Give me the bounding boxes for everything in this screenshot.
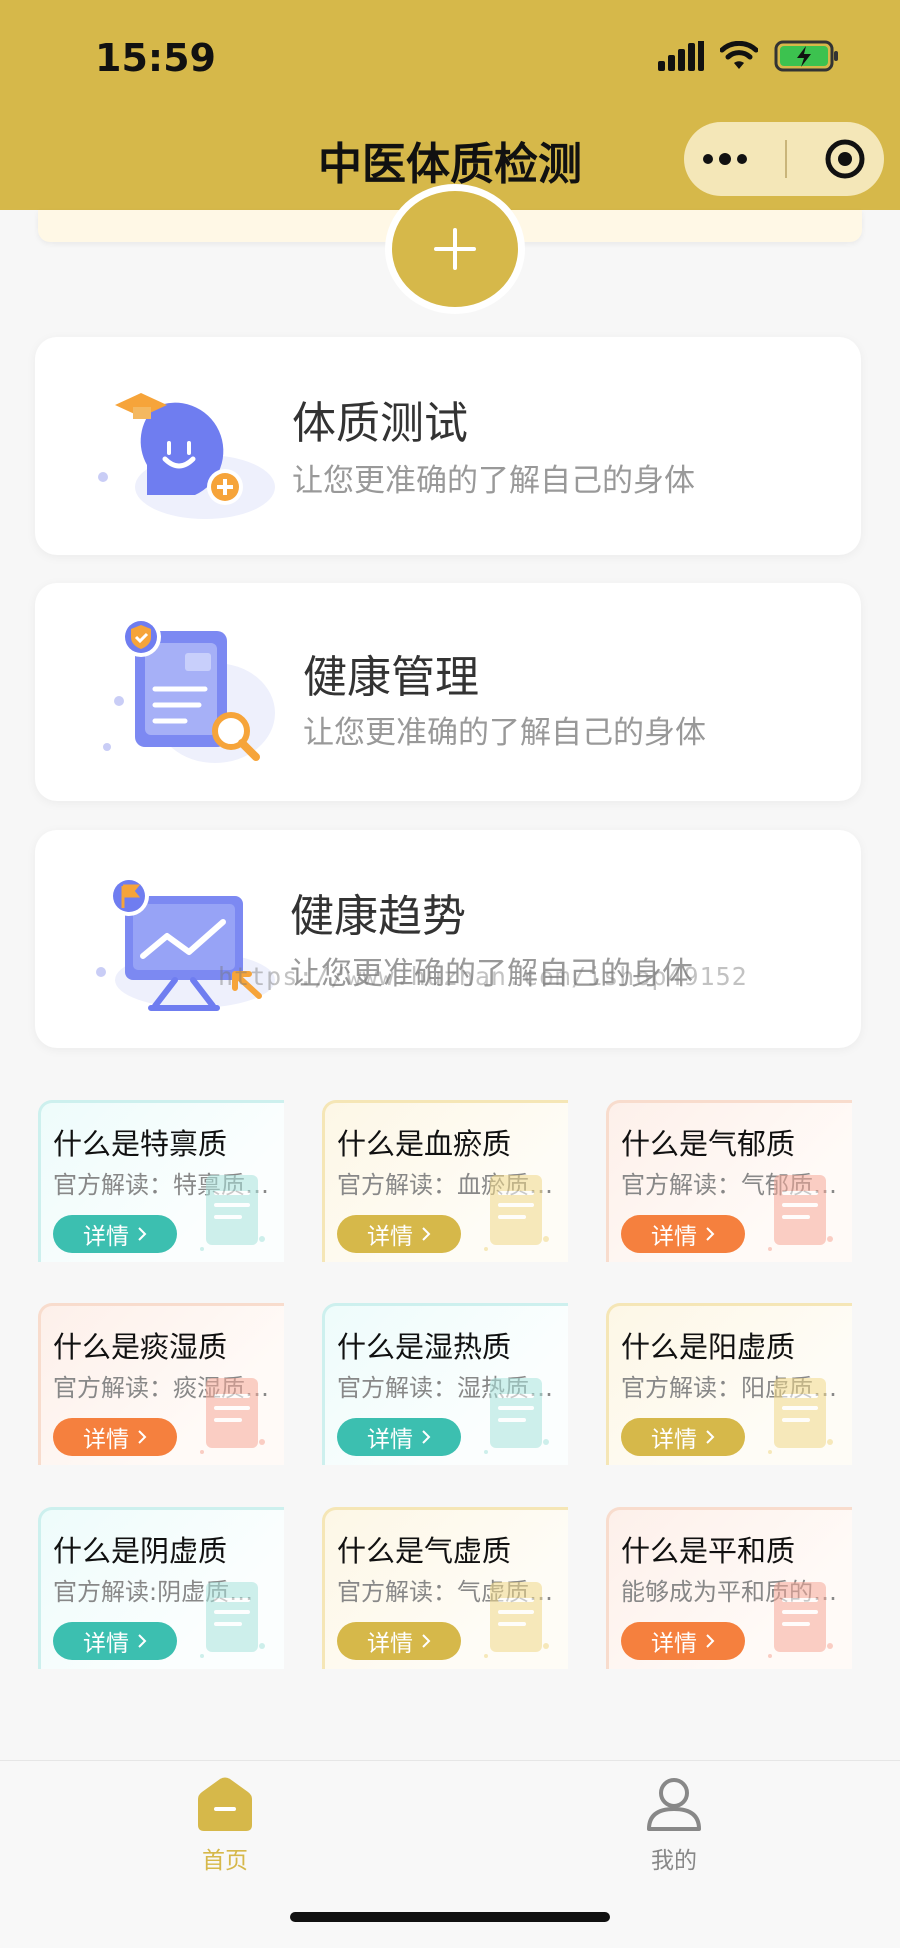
card-title: 健康趋势: [290, 891, 466, 942]
chevron-right-icon: [138, 1227, 147, 1241]
constitution-tile[interactable]: 什么是湿热质官方解读：湿热质是一种详情: [322, 1303, 568, 1465]
chevron-right-icon: [706, 1634, 715, 1648]
status-icons: [658, 40, 840, 72]
detail-button-label: 详情: [83, 1631, 129, 1657]
document-decoration-icon: [484, 1175, 549, 1251]
detail-button[interactable]: 详情: [53, 1622, 177, 1660]
detail-button[interactable]: 详情: [337, 1622, 461, 1660]
document-decoration-icon: [484, 1582, 549, 1658]
document-decoration-icon: [768, 1582, 833, 1658]
wifi-icon: [720, 41, 758, 69]
card-constitution-test[interactable]: 体质测试 让您更准确的了解自己的身体: [35, 337, 861, 555]
card-title: 健康管理: [303, 652, 479, 703]
detail-button-label: 详情: [83, 1224, 129, 1250]
tile-title: 什么是平和质: [621, 1534, 796, 1568]
detail-button-label: 详情: [367, 1631, 413, 1657]
tile-title: 什么是气虚质: [337, 1534, 512, 1568]
constitution-tile[interactable]: 什么是阴虚质官方解读:阴虚质是一种详情: [38, 1507, 284, 1669]
tile-title: 什么是湿热质: [337, 1330, 512, 1364]
chevron-right-icon: [138, 1634, 147, 1648]
top-bar: 15:59 中医体质检测: [0, 0, 900, 210]
constitution-test-illustration: [98, 393, 275, 519]
detail-button-label: 详情: [367, 1427, 413, 1453]
chevron-right-icon: [422, 1430, 431, 1444]
tile-title: 什么是气郁质: [621, 1127, 796, 1161]
card-title: 体质测试: [292, 398, 468, 449]
chevron-right-icon: [706, 1430, 715, 1444]
document-decoration-icon: [768, 1378, 833, 1454]
constitution-tile[interactable]: 什么是血瘀质官方解读：血瘀质是一种详情: [322, 1100, 568, 1262]
tab-mine-label: 我的: [651, 1848, 697, 1874]
card-subtitle: 让您更准确的了解自己的身体: [292, 463, 695, 499]
detail-button[interactable]: 详情: [53, 1418, 177, 1456]
card-health-trend[interactable]: 健康趋势 让您更准确的了解自己的身体: [35, 830, 861, 1048]
document-decoration-icon: [200, 1582, 265, 1658]
detail-button-label: 详情: [651, 1631, 697, 1657]
chevron-right-icon: [422, 1227, 431, 1241]
health-trend-illustration: [96, 876, 275, 1011]
detail-button-label: 详情: [651, 1224, 697, 1250]
card-health-management[interactable]: 健康管理 让您更准确的了解自己的身体: [35, 583, 861, 801]
tile-title: 什么是阳虚质: [621, 1330, 796, 1364]
constitution-tile[interactable]: 什么是特禀质官方解读：特禀质是一种详情: [38, 1100, 284, 1262]
detail-button[interactable]: 详情: [621, 1215, 745, 1253]
chevron-right-icon: [138, 1430, 147, 1444]
user-icon: [647, 1778, 701, 1831]
battery-icon: [774, 40, 838, 72]
card-subtitle: 让您更准确的了解自己的身体: [303, 715, 706, 751]
add-button[interactable]: [385, 184, 525, 314]
tab-home[interactable]: 首页: [145, 1775, 305, 1875]
detail-button-label: 详情: [367, 1224, 413, 1250]
tile-title: 什么是特禀质: [53, 1127, 228, 1161]
detail-button-label: 详情: [83, 1427, 129, 1453]
watermark: https://www.huzhan.com/ishop49152: [218, 962, 748, 991]
detail-button[interactable]: 详情: [53, 1215, 177, 1253]
document-decoration-icon: [484, 1378, 549, 1454]
tile-title: 什么是阴虚质: [53, 1534, 228, 1568]
tile-title: 什么是血瘀质: [337, 1127, 512, 1161]
tile-title: 什么是痰湿质: [53, 1330, 228, 1364]
tab-mine[interactable]: 我的: [594, 1775, 754, 1875]
document-decoration-icon: [200, 1175, 265, 1251]
plus-icon: [434, 228, 476, 270]
document-decoration-icon: [768, 1175, 833, 1251]
chevron-right-icon: [706, 1227, 715, 1241]
detail-button[interactable]: 详情: [621, 1418, 745, 1456]
mini-program-capsule: [684, 122, 884, 196]
capsule-divider: [784, 140, 787, 178]
detail-button[interactable]: 详情: [337, 1215, 461, 1253]
document-decoration-icon: [200, 1378, 265, 1454]
constitution-tile[interactable]: 什么是气虚质官方解读：气虚质是一种详情: [322, 1507, 568, 1669]
signal-icon: [658, 41, 704, 71]
tab-home-label: 首页: [202, 1848, 248, 1874]
constitution-tile[interactable]: 什么是气郁质官方解读：气郁质是一种详情: [606, 1100, 852, 1262]
status-time: 15:59: [95, 36, 216, 80]
home-indicator: [290, 1912, 610, 1922]
constitution-tile[interactable]: 什么是痰湿质官方解读：痰湿质是一种详情: [38, 1303, 284, 1465]
chevron-right-icon: [422, 1634, 431, 1648]
more-icon[interactable]: [702, 152, 748, 166]
detail-button[interactable]: 详情: [621, 1622, 745, 1660]
close-target-icon[interactable]: [824, 138, 866, 180]
home-icon: [198, 1777, 252, 1831]
detail-button-label: 详情: [651, 1427, 697, 1453]
constitution-tile[interactable]: 什么是阳虚质官方解读：阳虚质是一种详情: [606, 1303, 852, 1465]
constitution-tile[interactable]: 什么是平和质 能够成为平和质的人群 详情: [606, 1507, 852, 1669]
health-management-illustration: [103, 617, 275, 763]
detail-button[interactable]: 详情: [337, 1418, 461, 1456]
